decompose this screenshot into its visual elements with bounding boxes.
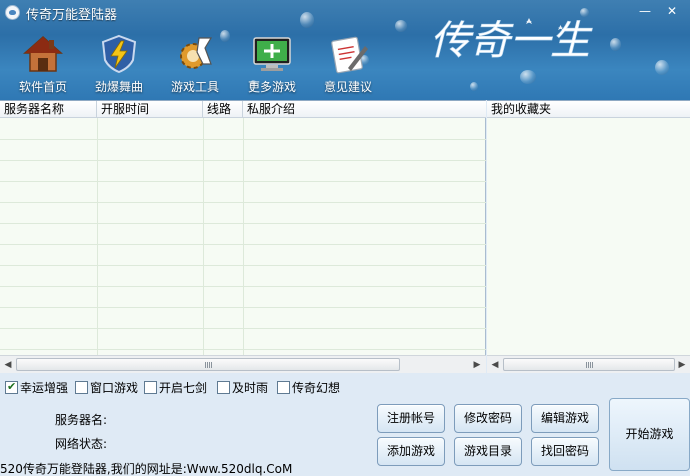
lightning-shield-icon <box>101 34 137 74</box>
option-timely-rain[interactable]: 及时雨 <box>217 379 268 395</box>
brand-logo-text: 传奇一生 <box>430 18 593 64</box>
grip-icon <box>205 362 213 368</box>
change-password-button[interactable]: 修改密码 <box>454 404 522 433</box>
start-game-button[interactable]: 开始游戏 <box>609 398 690 471</box>
grid-line <box>0 349 486 350</box>
grid-line <box>0 139 486 140</box>
window-mode-checkbox[interactable] <box>75 381 88 394</box>
header-banner: 传奇万能登陆器 — ✕ 传奇一生 软件首页 劲爆舞曲 游戏工具 更多游戏 意见建… <box>0 0 690 100</box>
recover-password-button[interactable]: 找回密码 <box>531 437 599 466</box>
column-header-route[interactable]: 线路 <box>203 101 243 118</box>
favorites-hscrollbar[interactable]: ◀ ▶ <box>487 355 690 373</box>
add-game-button[interactable]: 添加游戏 <box>377 437 445 466</box>
feedback-pen-icon <box>331 36 368 74</box>
app-logo-icon <box>5 5 20 20</box>
grid-line <box>0 244 486 245</box>
server-list[interactable]: 服务器名称 开服时间 线路 私服介绍 ◀ ▶ <box>0 100 486 373</box>
column-header-open-time[interactable]: 开服时间 <box>97 101 203 118</box>
timely-rain-checkbox[interactable] <box>217 381 230 394</box>
grid-line <box>0 160 486 161</box>
column-header-server-name[interactable]: 服务器名称 <box>0 101 97 118</box>
column-divider <box>97 118 98 355</box>
toolbar-game-tools[interactable]: 游戏工具 <box>156 34 230 98</box>
close-button[interactable]: ✕ <box>660 2 684 20</box>
option-label: 及时雨 <box>232 381 269 395</box>
droplet <box>610 38 621 51</box>
scroll-right-arrow-icon[interactable]: ▶ <box>470 359 484 371</box>
toolbar-music-label: 劲爆舞曲 <box>94 80 143 94</box>
option-label: 幸运增强 <box>20 381 69 395</box>
option-window-mode[interactable]: 窗口游戏 <box>75 379 138 395</box>
grid-line <box>0 223 486 224</box>
scroll-right-arrow-icon[interactable]: ▶ <box>675 359 689 371</box>
option-legend-fantasy[interactable]: 传奇幻想 <box>277 379 340 395</box>
grid-line <box>0 307 486 308</box>
toolbar-home[interactable]: 软件首页 <box>4 34 78 98</box>
grid-line <box>0 181 486 182</box>
toolbar-feedback-label: 意见建议 <box>323 80 372 94</box>
edit-game-button[interactable]: 编辑游戏 <box>531 404 599 433</box>
control-panel: 幸运增强 窗口游戏 开启七剑 及时雨 传奇幻想 服务器名: 网络状态: 注册帐号… <box>0 373 690 476</box>
register-account-button[interactable]: 注册帐号 <box>377 404 445 433</box>
column-divider <box>243 118 244 355</box>
brand-logo: 传奇一生 <box>430 18 593 65</box>
network-status-label: 网络状态: <box>55 437 108 451</box>
grid-line <box>0 265 486 266</box>
launcher-window: 传奇万能登陆器 — ✕ 传奇一生 软件首页 劲爆舞曲 游戏工具 更多游戏 意见建… <box>0 0 690 476</box>
favorites-header[interactable]: 我的收藏夹 <box>487 101 690 118</box>
monitor-add-icon <box>253 37 291 71</box>
footer-website-text: 520传奇万能登陆器,我们的网址是:Www.520dlq.CoM <box>0 462 293 476</box>
grid-line <box>0 328 486 329</box>
option-lucky-boost[interactable]: 幸运增强 <box>5 379 68 395</box>
grid-line <box>0 202 486 203</box>
game-directory-button[interactable]: 游戏目录 <box>454 437 522 466</box>
option-label: 窗口游戏 <box>90 381 139 395</box>
toolbar-music[interactable]: 劲爆舞曲 <box>80 34 154 98</box>
grid-line <box>0 286 486 287</box>
home-icon <box>23 35 63 72</box>
option-label: 开启七剑 <box>159 381 208 395</box>
grip-icon <box>586 362 594 368</box>
scroll-left-arrow-icon[interactable]: ◀ <box>1 359 15 371</box>
seven-swords-checkbox[interactable] <box>144 381 157 394</box>
server-list-hscrollbar[interactable]: ◀ ▶ <box>0 355 486 373</box>
lucky-boost-checkbox[interactable] <box>5 380 18 394</box>
toolbar-more-games[interactable]: 更多游戏 <box>233 34 307 98</box>
minimize-button[interactable]: — <box>633 2 657 20</box>
scrollbar-thumb[interactable] <box>16 358 400 371</box>
column-header-description[interactable]: 私服介绍 <box>243 101 486 118</box>
gear-tool-icon <box>180 37 213 69</box>
server-name-label: 服务器名: <box>55 413 108 427</box>
legend-fantasy-checkbox[interactable] <box>277 381 290 394</box>
toolbar-more-games-label: 更多游戏 <box>247 80 296 94</box>
scroll-left-arrow-icon[interactable]: ◀ <box>488 359 502 371</box>
option-label: 传奇幻想 <box>292 381 341 395</box>
toolbar-home-label: 软件首页 <box>18 80 67 94</box>
favorites-panel[interactable]: 我的收藏夹 ◀ ▶ <box>487 100 690 373</box>
toolbar-game-tools-label: 游戏工具 <box>170 80 219 94</box>
window-title: 传奇万能登陆器 <box>26 8 118 23</box>
toolbar-feedback[interactable]: 意见建议 <box>309 34 383 98</box>
option-seven-swords[interactable]: 开启七剑 <box>144 379 207 395</box>
scrollbar-thumb[interactable] <box>503 358 675 371</box>
droplet <box>520 70 536 84</box>
column-divider <box>203 118 204 355</box>
droplet <box>470 82 478 91</box>
droplet <box>655 60 669 75</box>
